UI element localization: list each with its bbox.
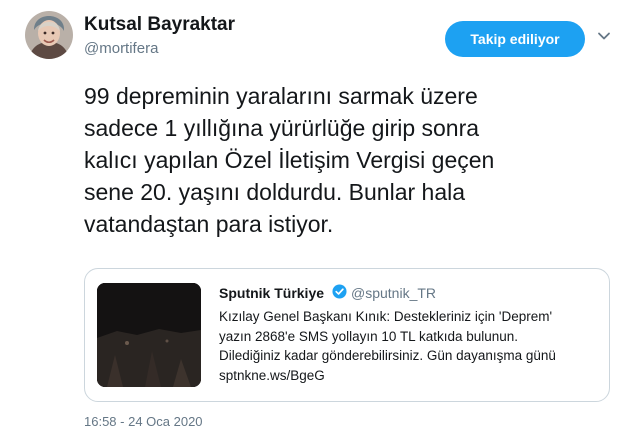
profile-photo bbox=[25, 11, 73, 59]
tweet-line: vatandaştan para istiyor. bbox=[84, 211, 334, 237]
quoted-tweet-card[interactable]: Sputnik Türkiye @sputnik_TR Kızılay Gene… bbox=[84, 268, 610, 402]
night-photo-image bbox=[97, 283, 201, 387]
author-handle[interactable]: @mortifera bbox=[84, 40, 158, 57]
tweet-text: 99 depreminin yaralarını sarmak üzere sa… bbox=[84, 80, 624, 240]
verified-badge-icon bbox=[332, 284, 347, 299]
quoted-tweet-text: Kızılay Genel Başkanı Kınık: Desteklerin… bbox=[219, 307, 599, 385]
chevron-down-icon[interactable] bbox=[596, 28, 612, 44]
author-avatar[interactable] bbox=[25, 11, 73, 59]
quoted-tweet-line: Kızılay Genel Başkanı Kınık: Desteklerin… bbox=[219, 309, 553, 324]
author-display-name[interactable]: Kutsal Bayraktar bbox=[84, 14, 235, 36]
quoted-author-handle[interactable]: @sputnik_TR bbox=[351, 285, 436, 301]
following-button[interactable]: Takip ediliyor bbox=[445, 21, 585, 57]
tweet-line: 99 depreminin yaralarını sarmak üzere bbox=[84, 83, 478, 109]
quoted-tweet-line: Dilediğiniz kadar gönderebilirsiniz. Gün… bbox=[219, 348, 556, 363]
quoted-tweet-link[interactable]: sptnkne.ws/BgeG bbox=[219, 366, 599, 386]
tweet-timestamp[interactable]: 16:58 - 24 Oca 2020 bbox=[84, 414, 203, 429]
tweet-line: kalıcı yapılan Özel İletişim Vergisi geç… bbox=[84, 147, 495, 173]
quoted-author-name[interactable]: Sputnik Türkiye bbox=[219, 285, 324, 301]
tweet-line: sadece 1 yıllığına yürürlüğe girip sonra bbox=[84, 115, 480, 141]
tweet-line: sene 20. yaşını doldurdu. Bunlar hala bbox=[84, 179, 466, 205]
quoted-tweet-thumbnail bbox=[97, 283, 201, 387]
quoted-tweet-line: yazın 2868'e SMS yollayın 10 TL katkıda … bbox=[219, 328, 519, 344]
